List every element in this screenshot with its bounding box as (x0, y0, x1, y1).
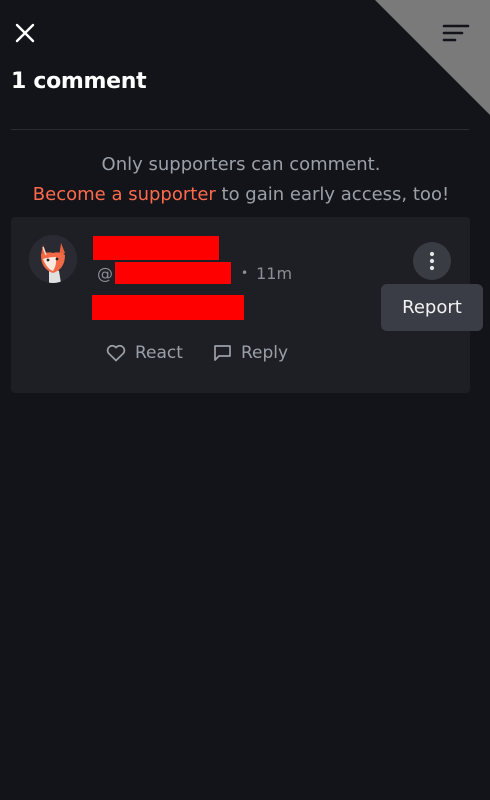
sort-button[interactable] (442, 21, 470, 45)
close-button[interactable] (12, 20, 38, 46)
notice-line-1: Only supporters can comment. (101, 154, 381, 175)
comment-body-redacted (92, 295, 244, 320)
notice-line-2: Become a supporter to gain early access,… (0, 180, 482, 210)
meta-separator: • (241, 266, 249, 280)
more-vertical-icon (429, 251, 435, 271)
notice-line-2-text: to gain early access, too! (215, 184, 450, 205)
react-button[interactable]: React (106, 343, 183, 363)
page-title: 1 comment (11, 69, 147, 94)
avatar[interactable] (29, 235, 77, 283)
reply-button[interactable]: Reply (213, 343, 288, 363)
divider (11, 129, 469, 130)
report-label: Report (402, 297, 462, 318)
reply-label: Reply (240, 343, 289, 363)
comment-icon (214, 345, 231, 361)
author-name-redacted[interactable] (93, 236, 219, 260)
handle-at: @ (97, 263, 113, 283)
author-handle-redacted (115, 262, 231, 284)
sort-lines-icon (442, 24, 470, 42)
close-icon (15, 23, 35, 43)
more-options-button[interactable] (413, 242, 451, 280)
fox-avatar-icon (29, 235, 77, 283)
heart-icon (106, 344, 126, 362)
author-meta: @ • 11m (97, 262, 292, 284)
comments-page: 1 comment Only supporters can comment. B… (0, 0, 490, 800)
comment-time: 11m (256, 263, 293, 283)
comment-actions: React Reply (106, 343, 288, 363)
become-supporter-link[interactable]: Become a supporter (33, 184, 216, 205)
react-label: React (135, 343, 183, 363)
report-menu-item[interactable]: Report (381, 284, 483, 331)
supporter-notice: Only supporters can comment. Become a su… (0, 150, 482, 210)
corner-decoration (375, 0, 490, 115)
